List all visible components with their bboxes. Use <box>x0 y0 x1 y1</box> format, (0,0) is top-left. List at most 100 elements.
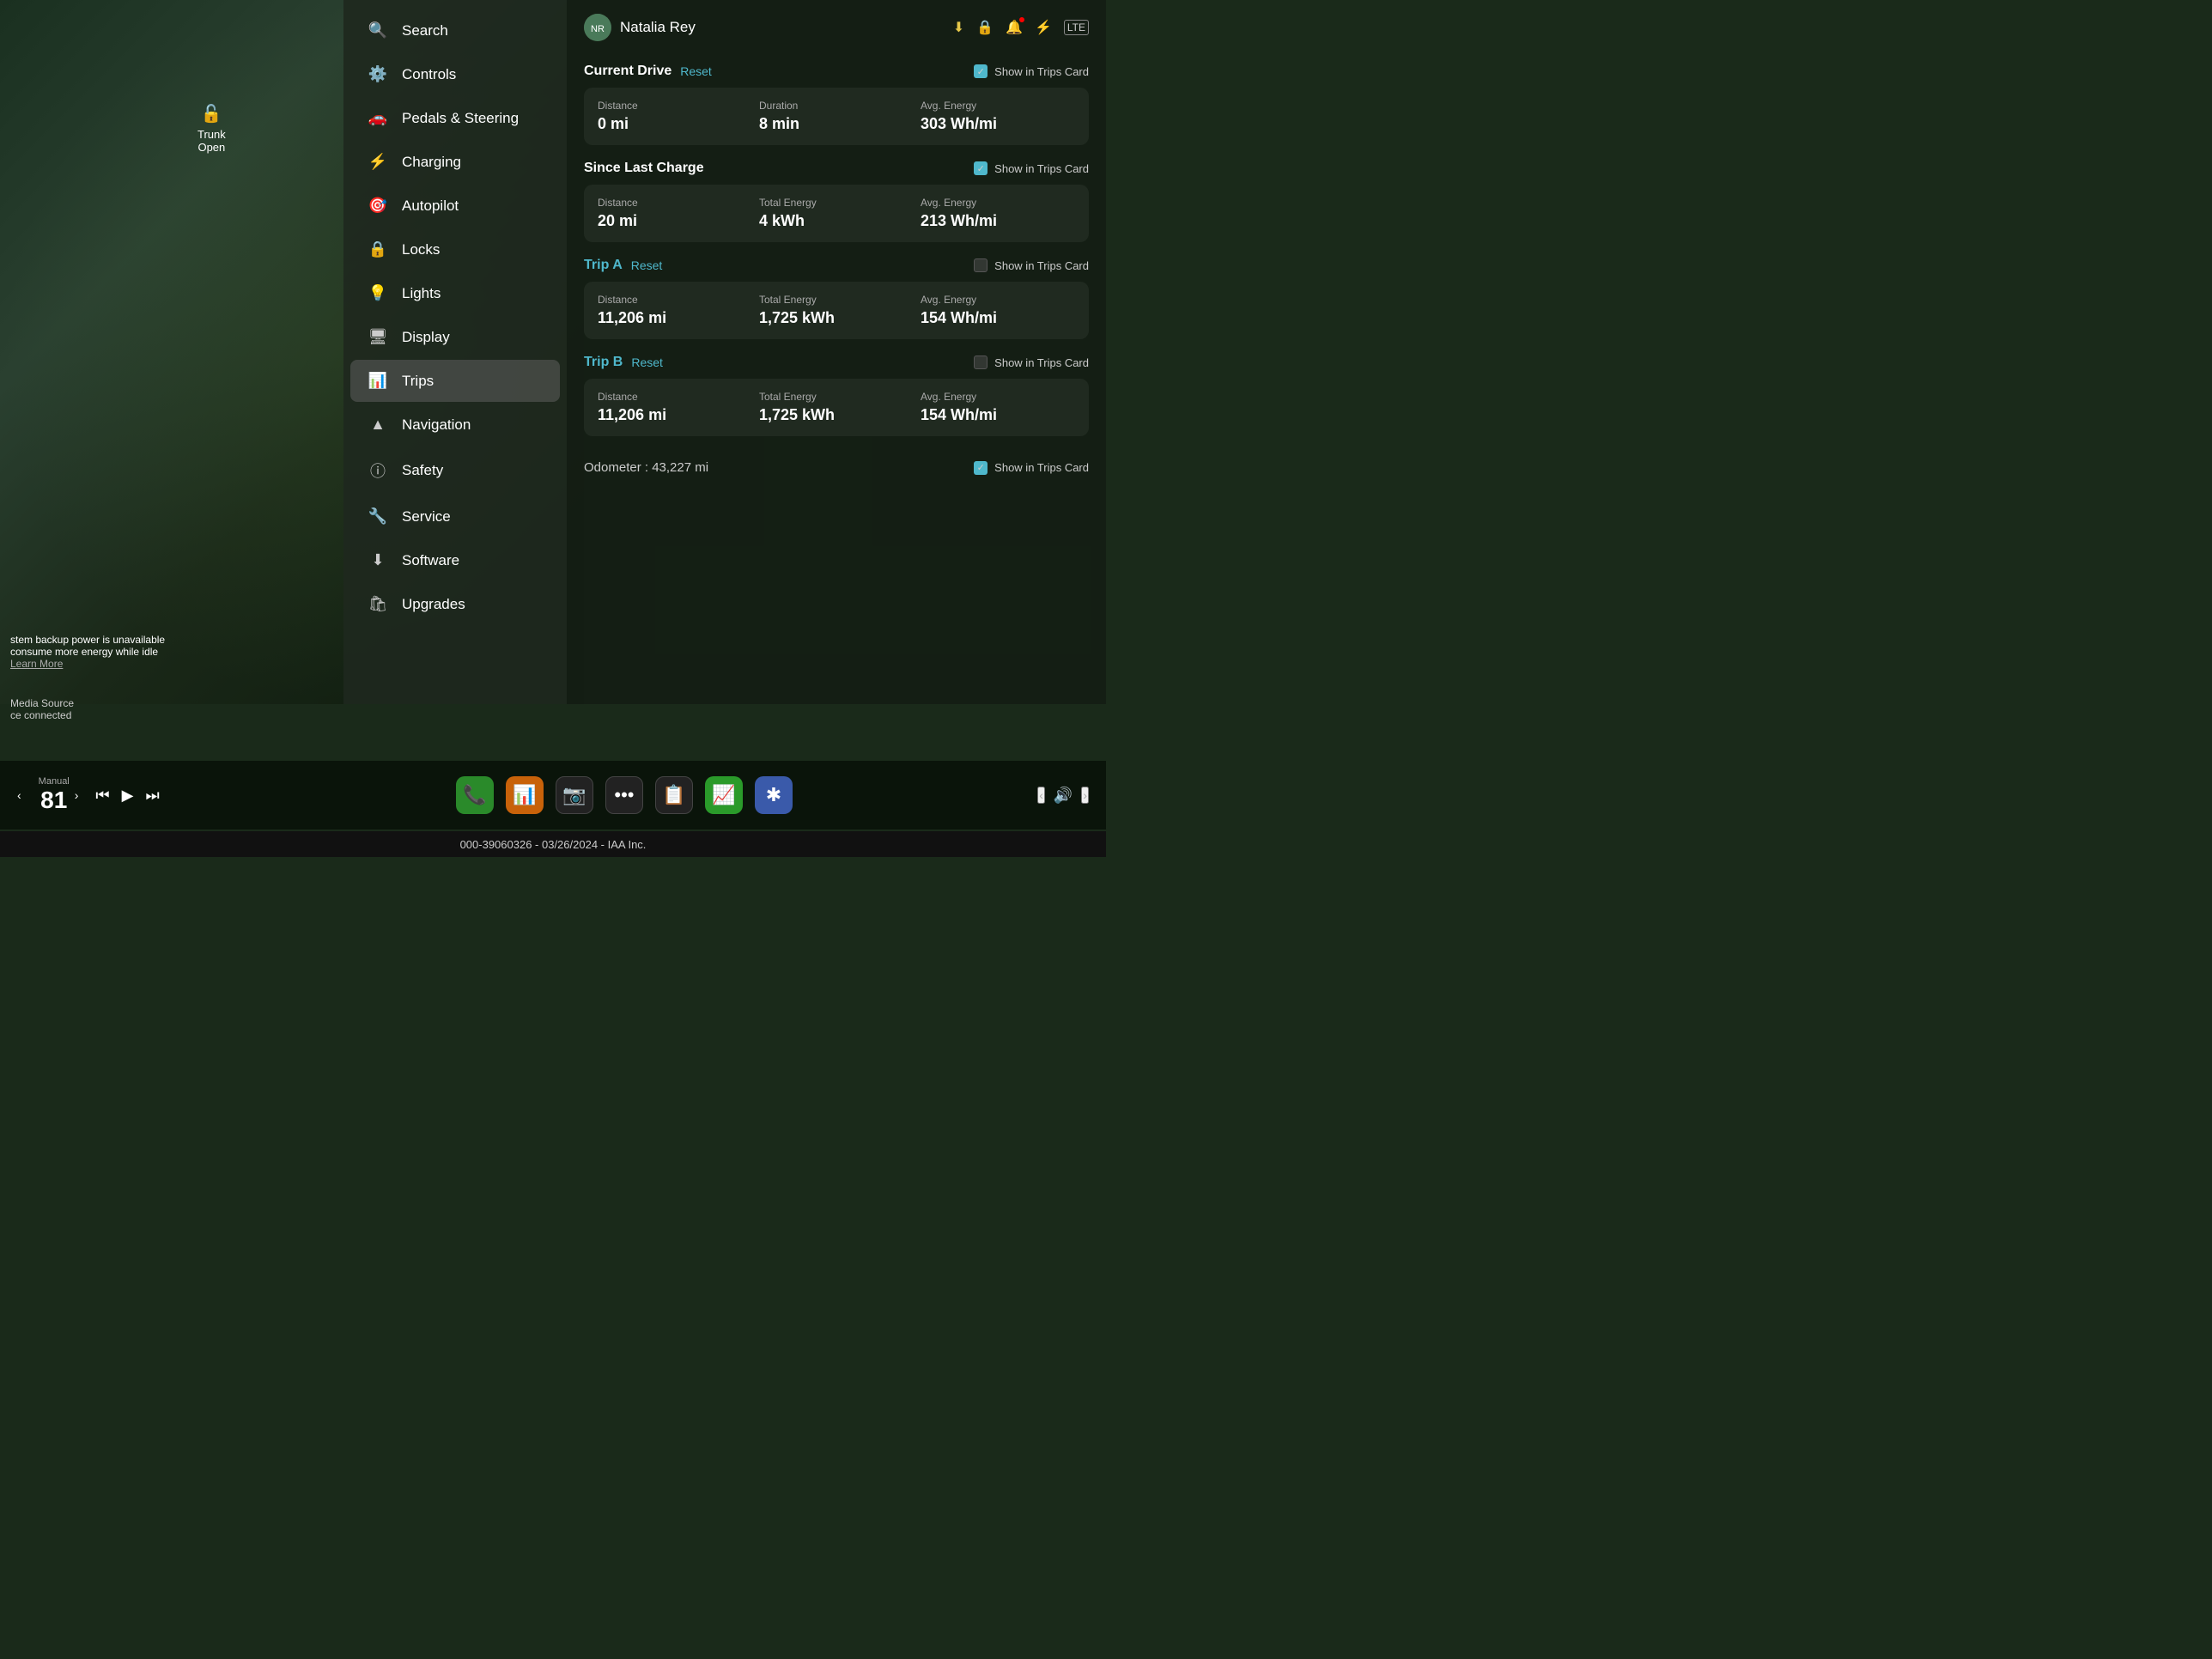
trunk-line1: Trunk <box>198 128 226 141</box>
trip-b-avg-energy-label: Avg. Energy <box>921 391 1075 403</box>
notification-icon: 🔔 <box>1006 19 1023 36</box>
menu-label-controls: Controls <box>402 66 456 83</box>
menu-item-upgrades[interactable]: 🛍Upgrades <box>350 583 560 625</box>
current-drive-avg-energy-value: 303 Wh/mi <box>921 115 1075 133</box>
media-controls: ⏮ ▶ ⏭ <box>95 787 159 805</box>
slc-distance-value: 20 mi <box>598 212 752 230</box>
vol-next-btn[interactable]: › <box>1081 787 1089 804</box>
menu-item-autopilot[interactable]: 🎯 Autopilot <box>350 185 560 227</box>
left-menu: 🔍Search ⚙️ Controls 🚗Pedals & Steering⚡Char… <box>343 0 567 704</box>
trips-panel: NR Natalia Rey ⬇ 🔒 🔔 ⚡ LTE Current Drive… <box>567 0 1106 704</box>
system-message: stem backup power is unavailable consume… <box>0 629 175 675</box>
slc-distance-label: Distance <box>598 197 752 209</box>
trip-b-reset[interactable]: Reset <box>631 356 663 369</box>
notification-dot <box>1019 17 1024 22</box>
app-green[interactable]: 📈 <box>705 776 743 814</box>
trip-a-distance: Distance 11,206 mi <box>598 294 752 327</box>
trip-a-distance-label: Distance <box>598 294 752 306</box>
menu-item-display[interactable]: 🖥Display <box>350 316 560 358</box>
menu-label-display: Display <box>402 329 450 346</box>
current-drive-distance-value: 0 mi <box>598 115 752 133</box>
menu-item-trips[interactable]: 📊Trips <box>350 360 560 402</box>
since-last-charge-total-energy: Total Energy 4 kWh <box>759 197 914 230</box>
learn-more-link[interactable]: Learn More <box>10 658 63 670</box>
odometer-label: Odometer : 43,227 mi <box>584 460 708 475</box>
trip-b-distance: Distance 11,206 mi <box>598 391 752 424</box>
software-icon: ⬇ <box>368 551 388 569</box>
autopilot-icon: 🎯 <box>368 197 388 215</box>
menu-label-upgrades: Upgrades <box>402 596 465 613</box>
since-last-charge-show-trips[interactable]: ✓ Show in Trips Card <box>974 161 1089 175</box>
trips-icon: 📊 <box>368 372 388 390</box>
trip-a-header: Trip A Reset Show in Trips Card <box>584 258 1089 273</box>
trip-b-total-energy: Total Energy 1,725 kWh <box>759 391 914 424</box>
menu-item-locks[interactable]: 🔒Locks <box>350 228 560 270</box>
current-drive-distance-label: Distance <box>598 100 752 112</box>
menu-item-navigation[interactable]: ▲Navigation <box>350 404 560 446</box>
current-drive-header: Current Drive Reset ✓ Show in Trips Card <box>584 64 1089 79</box>
trip-a-show-trips[interactable]: Show in Trips Card <box>974 258 1089 272</box>
app-camera[interactable]: 📷 <box>556 776 593 814</box>
current-drive-reset[interactable]: Reset <box>680 64 712 78</box>
next-track-btn[interactable]: ⏭ <box>145 787 159 805</box>
lights-icon: 💡 <box>368 284 388 302</box>
current-drive-checkbox[interactable]: ✓ <box>974 64 988 78</box>
app-chart[interactable]: 📊 <box>506 776 544 814</box>
app-phone[interactable]: 📞 <box>456 776 494 814</box>
menu-item-charging[interactable]: ⚡Charging <box>350 141 560 183</box>
speed-prev-arrow[interactable]: ‹ <box>17 788 21 802</box>
app-bluetooth[interactable]: ✱ <box>755 776 793 814</box>
speed-display: ‹ <box>17 788 21 802</box>
current-drive-duration-value: 8 min <box>759 115 914 133</box>
menu-item-controls[interactable]: ⚙️ Controls <box>350 53 560 95</box>
menu-label-autopilot: Autopilot <box>402 198 459 215</box>
trip-a-reset[interactable]: Reset <box>631 258 663 272</box>
odometer-checkbox[interactable]: ✓ <box>974 461 988 475</box>
prev-track-btn[interactable]: ⏮ <box>95 787 109 805</box>
menu-label-charging: Charging <box>402 154 461 171</box>
menu-label-service: Service <box>402 508 451 526</box>
slc-total-energy-label: Total Energy <box>759 197 914 209</box>
app-dots[interactable]: ••• <box>605 776 643 814</box>
menu-item-search[interactable]: 🔍Search <box>350 9 560 52</box>
menu-item-service[interactable]: 🔧Service <box>350 495 560 538</box>
app-info[interactable]: 📋 <box>655 776 693 814</box>
volume-icon: 🔊 <box>1054 787 1073 805</box>
trip-a-checkbox[interactable] <box>974 258 988 272</box>
volume-control: ‹ 🔊 › <box>1037 787 1089 805</box>
since-last-charge-distance: Distance 20 mi <box>598 197 752 230</box>
play-btn[interactable]: ▶ <box>122 787 134 805</box>
media-connected: ce connected <box>10 709 74 721</box>
lock-icon: 🔒 <box>976 19 994 36</box>
trip-b-show-trips[interactable]: Show in Trips Card <box>974 356 1089 369</box>
speed-value: 81 <box>40 787 67 814</box>
slc-total-energy-value: 4 kWh <box>759 212 914 230</box>
speed-next-arrow[interactable]: › <box>75 788 79 802</box>
since-last-charge-checkbox[interactable]: ✓ <box>974 161 988 175</box>
speed-group: Manual 81 <box>39 776 70 814</box>
controls-icon: ⚙️ <box>368 65 388 83</box>
trip-b-total-energy-value: 1,725 kWh <box>759 406 914 424</box>
trip-b-checkbox[interactable] <box>974 356 988 369</box>
media-label: Media Source <box>10 697 74 709</box>
search-icon: 🔍 <box>368 21 388 40</box>
trip-b-avg-energy: Avg. Energy 154 Wh/mi <box>921 391 1075 424</box>
menu-item-safety[interactable]: ⓘSafety <box>350 447 560 494</box>
current-drive-duration-label: Duration <box>759 100 914 112</box>
current-drive-show-label: Show in Trips Card <box>994 65 1089 78</box>
current-drive-show-trips[interactable]: ✓ Show in Trips Card <box>974 64 1089 78</box>
user-name: Natalia Rey <box>620 19 696 36</box>
odometer-show-trips[interactable]: ✓ Show in Trips Card <box>974 461 1089 475</box>
current-drive-section: Current Drive Reset ✓ Show in Trips Card… <box>584 64 1089 145</box>
menu-item-lights[interactable]: 💡Lights <box>350 272 560 314</box>
trip-b-header: Trip B Reset Show in Trips Card <box>584 355 1089 370</box>
pedals-icon: 🚗 <box>368 109 388 127</box>
vol-prev-btn[interactable]: ‹ <box>1037 787 1045 804</box>
svg-text:NR: NR <box>591 24 605 34</box>
taskbar: ‹ Manual 81 › ⏮ ▶ ⏭ 📞 📊 📷 ••• 📋 📈 ✱ ‹ 🔊 › <box>0 761 1106 830</box>
trip-a-total-energy-value: 1,725 kWh <box>759 309 914 327</box>
menu-label-safety: Safety <box>402 462 443 479</box>
menu-item-pedals[interactable]: 🚗Pedals & Steering <box>350 97 560 139</box>
current-drive-duration: Duration 8 min <box>759 100 914 133</box>
menu-item-software[interactable]: ⬇Software <box>350 539 560 581</box>
